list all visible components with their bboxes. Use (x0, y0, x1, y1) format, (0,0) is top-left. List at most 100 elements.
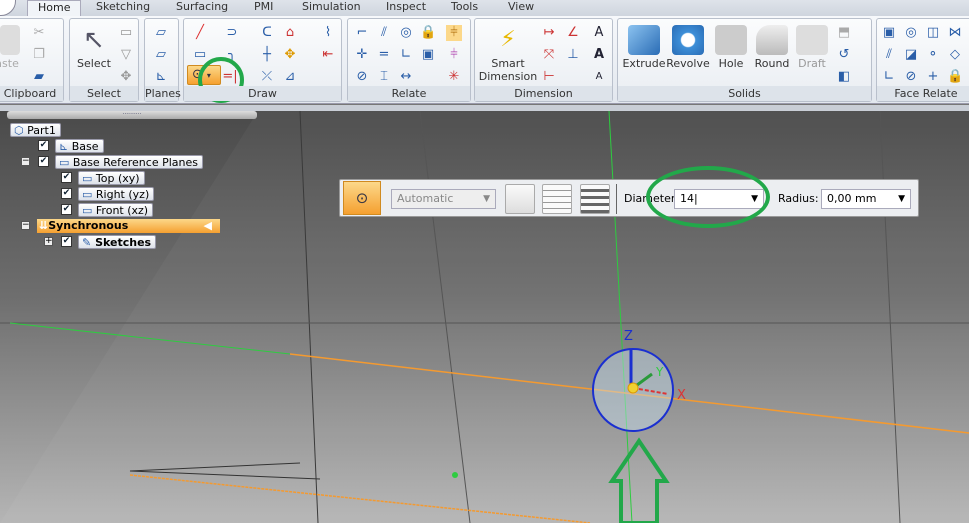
revolve-button[interactable]: Revolve (666, 25, 710, 70)
smart-dimension-button[interactable]: ⚡ Smart Dimension (477, 25, 539, 83)
distance-between-icon[interactable]: ↦ (541, 25, 557, 41)
select-tool-icon[interactable]: ✥ (118, 69, 134, 85)
equal-icon[interactable]: = (376, 47, 392, 63)
coaxial-icon[interactable]: ◎ (903, 25, 919, 41)
tangent-icon[interactable]: ⊘ (354, 69, 370, 85)
tree-item-synchronous[interactable]: ⇊Synchronous ◀ (37, 219, 220, 233)
tree-item-base-reference-planes[interactable]: ▭ Base Reference Planes (55, 155, 203, 169)
tree-drag-handle[interactable]: ·········· (7, 111, 257, 119)
tangent-arc-icon[interactable]: ⊘ (903, 69, 919, 85)
intersect-icon[interactable]: ⤫ (259, 69, 275, 85)
helix-icon[interactable]: ↺ (836, 47, 852, 63)
coplanar-icon[interactable]: ▣ (881, 25, 897, 41)
arc-icon[interactable]: ⊃ (224, 25, 240, 41)
mirror-icon[interactable]: ⊿ (282, 69, 298, 85)
plane-icon[interactable]: ▱ (153, 25, 169, 41)
fill-icon[interactable]: ⌂ (282, 25, 298, 41)
maintain-relationships-icon[interactable]: ✳ (446, 69, 462, 85)
move-icon[interactable]: ✥ (282, 47, 298, 63)
coordinate-dimension-icon[interactable]: ⊥ (565, 47, 581, 63)
perpendicular-face-icon[interactable]: ∟ (881, 69, 897, 85)
plus-icon[interactable]: + (925, 69, 941, 85)
angle-between-icon[interactable]: ∠ (565, 25, 581, 41)
checkbox[interactable]: ✔ (61, 204, 72, 215)
horizontal-vertical-icon[interactable]: ✛ (354, 47, 370, 63)
tab-home[interactable]: Home (27, 0, 82, 16)
tab-surfacing[interactable]: Surfacing (176, 0, 228, 16)
select-box-icon[interactable]: ▭ (118, 25, 134, 41)
line-icon[interactable]: ╱ (192, 25, 208, 41)
line-type-button[interactable] (542, 184, 572, 214)
tab-view[interactable]: View (508, 0, 534, 16)
synchronous-icon: ⇊ (39, 219, 49, 232)
angular-coordinate-icon[interactable]: ⊢ (541, 69, 557, 85)
checkbox[interactable]: ✔ (61, 188, 72, 199)
symmetric-face-icon[interactable]: ◫ (925, 25, 941, 41)
style-select[interactable]: Automatic ▼ (391, 189, 496, 209)
tab-simulation[interactable]: Simulation (302, 0, 361, 16)
increase-font-icon[interactable]: A (591, 47, 607, 63)
coordinate-system-icon[interactable]: ⊾ (153, 69, 169, 85)
draft-button[interactable]: Draft (794, 25, 830, 70)
concentric-face-icon[interactable]: ⚬ (925, 47, 941, 63)
include-icon[interactable]: ⇤ (320, 47, 336, 63)
tree-item-front[interactable]: ▭ Front (xz) (78, 203, 154, 217)
project-icon[interactable]: ⌇ (320, 25, 336, 41)
collinear-icon[interactable]: ↔ (398, 69, 414, 85)
expand-toggle[interactable]: + (44, 237, 53, 246)
box-icon[interactable]: ◧ (836, 69, 852, 85)
tab-pmi[interactable]: PMI (254, 0, 273, 16)
collapse-toggle[interactable]: − (21, 157, 30, 166)
tangent-face-icon[interactable]: ⋈ (947, 25, 963, 41)
cut-icon[interactable]: ✂ (31, 25, 47, 41)
collapse-toggle[interactable]: − (21, 221, 30, 230)
connect-icon[interactable]: ⌐ (354, 25, 370, 41)
tab-tools[interactable]: Tools (451, 0, 478, 16)
tree-item-part1[interactable]: ⬡ Part1 (10, 123, 61, 137)
checkbox[interactable]: ✔ (38, 140, 49, 151)
tree-item-right[interactable]: ▭ Right (yz) (78, 187, 155, 201)
radius-input[interactable]: 0,00 mm ▼ (821, 189, 911, 209)
round-button[interactable]: Round (752, 25, 792, 70)
tab-inspect[interactable]: Inspect (386, 0, 426, 16)
select-button[interactable]: ↖ Select (74, 25, 114, 70)
extrude-button[interactable]: Extrude (622, 25, 666, 70)
parallel-icon[interactable]: ⫽ (376, 25, 392, 41)
symmetric-diameter-icon[interactable]: ⤧ (541, 47, 557, 63)
text-style-icon[interactable]: A (591, 25, 607, 41)
plane-options-icon[interactable]: ▱ (153, 47, 169, 63)
tree-item-base[interactable]: ⊾ Base (55, 139, 104, 153)
fill-style-button[interactable] (505, 184, 535, 214)
checkbox[interactable]: ✔ (61, 236, 72, 247)
triad-x-label: X (677, 388, 686, 403)
tab-sketching[interactable]: Sketching (96, 0, 150, 16)
hole-button[interactable]: Hole (712, 25, 750, 70)
app-button[interactable] (0, 0, 16, 16)
aligned-face-icon[interactable]: ◇ (947, 47, 963, 63)
offset-face-icon[interactable]: ◪ (903, 47, 919, 63)
thin-wall-icon[interactable]: ⬒ (836, 25, 852, 41)
rectangle-icon[interactable]: ▭ (192, 47, 208, 63)
relationship-handles-icon[interactable]: ⫩ (446, 25, 462, 41)
filter-icon[interactable]: ▽ (118, 47, 134, 63)
checkbox[interactable]: ✔ (61, 172, 72, 183)
format-painter-icon[interactable]: ▰ (31, 69, 47, 85)
tree-item-top[interactable]: ▭ Top (xy) (78, 171, 145, 185)
line-width-button[interactable] (580, 184, 610, 214)
copy-icon[interactable]: ❐ (31, 47, 47, 63)
concentric-icon[interactable]: ◎ (398, 25, 414, 41)
lock-face-icon[interactable]: 🔒 (947, 69, 963, 85)
rigid-set-icon[interactable]: ▣ (420, 47, 436, 63)
trim-icon[interactable]: ┼ (259, 47, 275, 63)
paste-button[interactable]: Paste (0, 25, 21, 70)
circle-options-button[interactable]: ⊙ (343, 181, 381, 215)
parallel-face-icon[interactable]: ⫽ (881, 47, 897, 63)
perpendicular-icon[interactable]: ∟ (398, 47, 414, 63)
checkbox[interactable]: ✔ (38, 156, 49, 167)
lock-icon[interactable]: 🔒 (420, 25, 436, 41)
relate-assist-icon[interactable]: ⫩ (446, 47, 462, 63)
symmetric-icon[interactable]: ⌶ (376, 69, 392, 85)
offset-icon[interactable]: ᑕ (259, 25, 275, 41)
tree-item-sketches[interactable]: ✎ Sketches (78, 235, 157, 249)
decrease-font-icon[interactable]: A (591, 69, 607, 85)
